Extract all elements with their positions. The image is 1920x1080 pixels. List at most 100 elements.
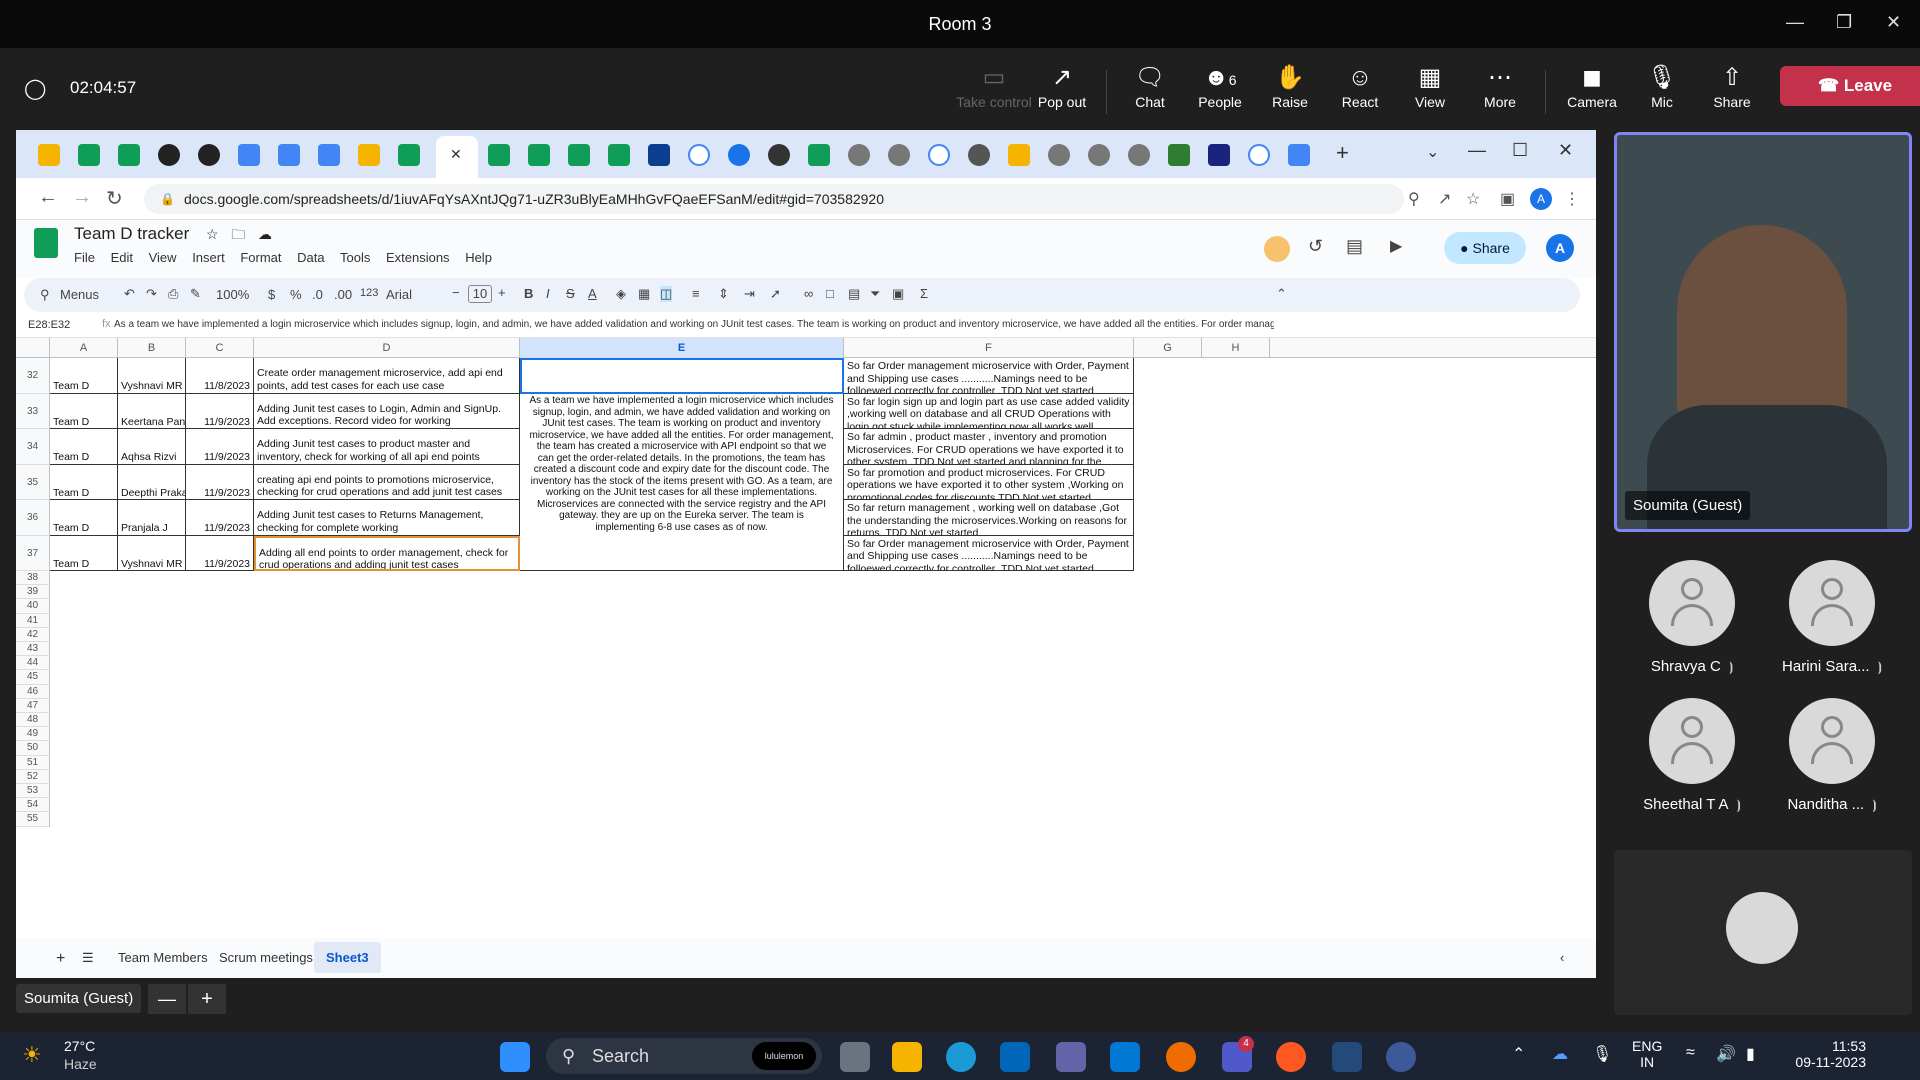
row-header[interactable]: 33 [16, 393, 50, 429]
menus-search[interactable]: Menus [60, 287, 99, 302]
account-avatar[interactable]: A [1546, 234, 1574, 262]
wifi-icon[interactable]: ≈ [1686, 1044, 1695, 1062]
star-icon[interactable]: ☆ [206, 226, 219, 242]
restore-icon[interactable]: ❐ [1836, 12, 1852, 33]
sheet-tab[interactable]: Team Members [118, 950, 208, 965]
column-header[interactable]: H [1202, 338, 1270, 358]
slides-tab-icon[interactable] [358, 144, 380, 166]
select-all-corner[interactable] [16, 338, 50, 358]
column-header[interactable]: C [186, 338, 254, 358]
row-header[interactable]: 42 [16, 627, 50, 642]
sheets-tab-icon[interactable] [398, 144, 420, 166]
version-history-icon[interactable]: ↺ [1308, 236, 1323, 257]
cell-status[interactable]: So far promotion and product microservic… [844, 464, 1134, 500]
cell-task[interactable]: Create order management microservice, ad… [254, 358, 520, 394]
share-page-icon[interactable]: ↗ [1438, 189, 1451, 209]
row-header[interactable]: 47 [16, 698, 50, 713]
cell-status[interactable]: So far admin , product master , inventor… [844, 429, 1134, 465]
row-header[interactable]: 34 [16, 429, 50, 465]
zoom-icon[interactable]: ⚲ [1408, 189, 1420, 209]
row-header[interactable]: 45 [16, 670, 50, 685]
row-header[interactable]: 55 [16, 812, 50, 827]
row-header[interactable]: 35 [16, 464, 50, 500]
borders-icon[interactable]: ▦ [638, 286, 650, 302]
active-browser-tab[interactable]: ✕ [436, 136, 478, 178]
row-header[interactable]: 46 [16, 684, 50, 699]
filter-views-icon[interactable]: ▣ [892, 286, 904, 302]
camera-button[interactable]: ◼ Camera [1562, 62, 1622, 110]
menu-view[interactable]: View [149, 250, 177, 265]
column-header[interactable]: E [520, 338, 844, 358]
site-tab-icon[interactable] [1208, 144, 1230, 166]
site-tab-icon[interactable] [1168, 144, 1190, 166]
site-tab-icon[interactable] [768, 144, 790, 166]
row-header[interactable]: 36 [16, 500, 50, 536]
new-tab-icon[interactable]: + [1336, 140, 1349, 166]
react-button[interactable]: ☺ React [1330, 62, 1390, 110]
cell-task[interactable]: Adding Junit test cases to Returns Manag… [254, 500, 520, 536]
merged-summary-cell[interactable]: As a team we have implemented a login mi… [520, 358, 844, 571]
kebab-menu-icon[interactable]: ⋮ [1564, 189, 1580, 209]
sheets-logo-icon[interactable] [34, 228, 58, 258]
drive-tab-icon[interactable] [238, 144, 260, 166]
redo-icon[interactable]: ↷ [146, 286, 157, 302]
minimize-icon[interactable]: — [1786, 12, 1804, 33]
column-header[interactable]: A [50, 338, 118, 358]
reload-icon[interactable]: ↻ [106, 186, 123, 211]
site-tab-icon[interactable] [888, 144, 910, 166]
browser-minimize-icon[interactable]: — [1468, 140, 1486, 161]
github-tab-icon[interactable] [158, 144, 180, 166]
leave-button[interactable]: ☎ Leave [1780, 66, 1920, 106]
sheets-tab-icon[interactable] [568, 144, 590, 166]
cell-date[interactable]: 11/9/2023 [186, 393, 254, 429]
align-icon[interactable]: ≡ [692, 286, 700, 301]
document-title[interactable]: Team D tracker ☆ 🗀 ☁ [74, 224, 272, 248]
site-tab-icon[interactable] [1088, 144, 1110, 166]
cell-status[interactable]: So far Order management microservice wit… [844, 358, 1134, 394]
name-box[interactable]: E28:E32 [28, 319, 70, 331]
meet-icon[interactable]: ▶ [1390, 236, 1402, 256]
cell-team[interactable]: Team D [50, 500, 118, 536]
row-header[interactable]: 44 [16, 656, 50, 671]
sheets-tab-icon[interactable] [488, 144, 510, 166]
google-tab-icon[interactable] [688, 144, 710, 166]
decrease-decimal[interactable]: .0 [312, 287, 323, 302]
cell-date[interactable]: 11/9/2023 [186, 464, 254, 500]
site-tab-icon[interactable] [1048, 144, 1070, 166]
cell-name[interactable]: Keertana Pandit [118, 393, 186, 429]
people-button[interactable]: ☻6 People [1190, 62, 1250, 110]
paypal-tab-icon[interactable] [648, 144, 670, 166]
sheet-tab[interactable]: Scrum meetings [219, 950, 313, 965]
weather-temp[interactable]: 27°C [64, 1038, 95, 1054]
filter-icon[interactable]: ⏷ [870, 286, 880, 302]
cell-name[interactable]: Vyshnavi MR [118, 535, 186, 571]
sheets-tab-icon[interactable] [528, 144, 550, 166]
raise-hand-button[interactable]: ✋ Raise [1260, 62, 1320, 110]
forward-icon[interactable]: → [72, 186, 92, 209]
move-folder-icon[interactable]: 🗀 [231, 226, 245, 242]
row-header[interactable]: 50 [16, 741, 50, 756]
font-size-field[interactable]: 10 [468, 285, 492, 303]
row-header[interactable]: 32 [16, 358, 50, 394]
cell-date[interactable]: 11/8/2023 [186, 358, 254, 394]
site-tab-icon[interactable] [848, 144, 870, 166]
menu-tools[interactable]: Tools [340, 250, 370, 265]
task-view-icon[interactable] [840, 1042, 870, 1072]
microphone-icon[interactable]: 🎙 [1592, 1044, 1612, 1064]
row-header[interactable]: 53 [16, 784, 50, 799]
video-tile[interactable]: Soumita (Guest) [1614, 132, 1912, 532]
github-tab-icon[interactable] [198, 144, 220, 166]
view-button[interactable]: ▦ View [1400, 62, 1460, 110]
zoom-out-icon[interactable]: — [148, 984, 186, 1014]
cell-task[interactable]: creating api end points to promotions mi… [254, 464, 520, 500]
app-icon[interactable] [1276, 1042, 1306, 1072]
cell-name[interactable]: Vyshnavi MR [118, 358, 186, 394]
menu-edit[interactable]: Edit [111, 250, 133, 265]
menu-extensions[interactable]: Extensions [386, 250, 450, 265]
volume-icon[interactable]: 🔊 [1716, 1044, 1736, 1064]
paint-format-icon[interactable]: ✎ [190, 286, 201, 302]
sheets-tab-icon[interactable] [808, 144, 830, 166]
print-icon[interactable]: ⎙ [168, 286, 178, 302]
row-header[interactable]: 41 [16, 613, 50, 628]
language-indicator[interactable]: ENG IN [1632, 1038, 1662, 1070]
